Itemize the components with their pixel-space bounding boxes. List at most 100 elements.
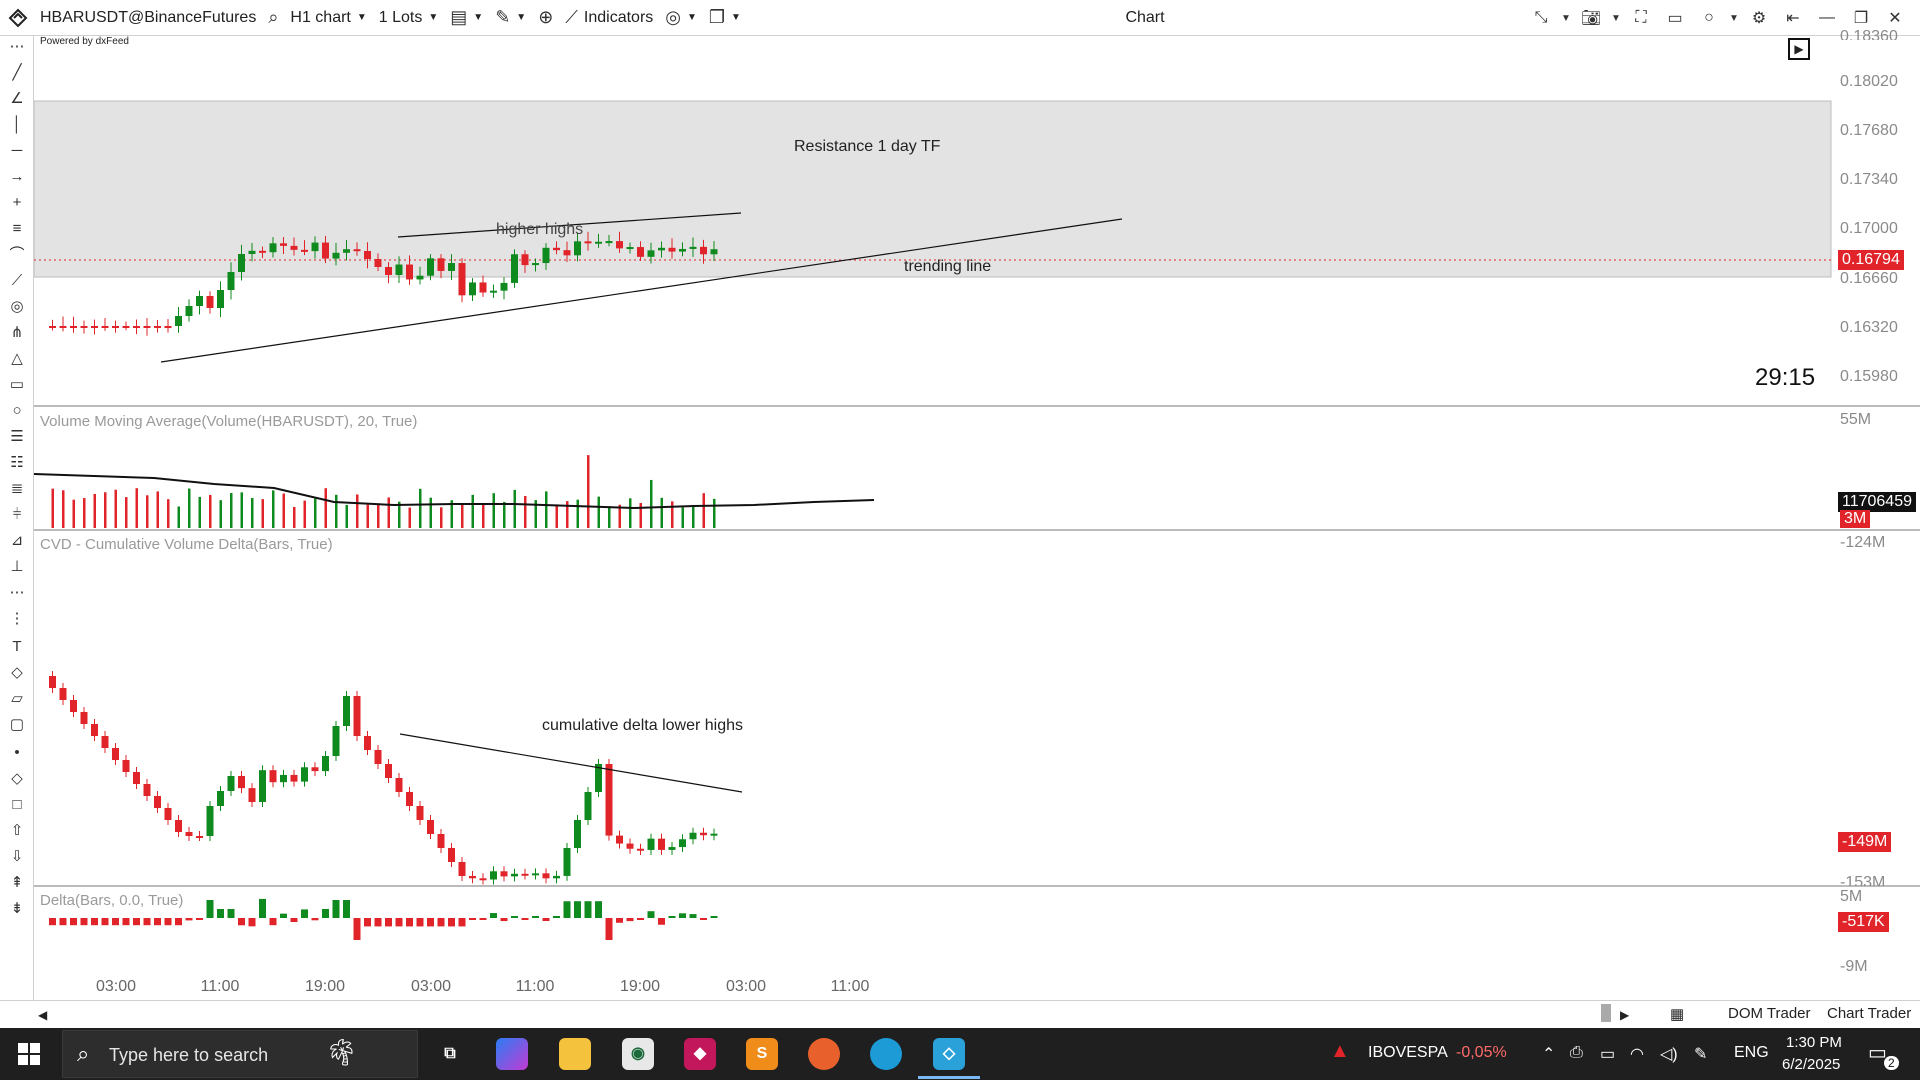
language-indicator[interactable]: ENG (1734, 1044, 1769, 1062)
arrow-right-icon[interactable]: → (4, 166, 30, 188)
volume-bar (587, 455, 590, 528)
price-candle (385, 267, 392, 275)
restore-icon[interactable]: ❐ (1844, 8, 1878, 28)
square-icon[interactable]: □ (4, 794, 30, 816)
regression-icon[interactable]: ⊿ (4, 530, 30, 552)
parallel-lines-icon[interactable]: ≡ (4, 218, 30, 240)
delta-bar (542, 918, 550, 922)
horizontal-line-icon[interactable]: ─ (4, 140, 30, 162)
file-explorer-icon[interactable] (559, 1038, 591, 1070)
vertical-range-icon[interactable]: ⋮ (4, 608, 30, 630)
clock-date[interactable]: 6/2/2025 (1782, 1056, 1840, 1073)
tag-icon[interactable]: ◇ (4, 662, 30, 684)
volume-icon[interactable]: ◁) (1660, 1044, 1678, 1064)
app-diamond-icon[interactable]: ◆ (684, 1038, 716, 1070)
search-icon[interactable]: ⌕ (262, 0, 284, 36)
dots-icon[interactable]: ⋯ (4, 36, 30, 58)
angle-line-icon[interactable]: ∠ (4, 88, 30, 110)
scroll-left-icon[interactable]: ◀ (38, 1008, 47, 1022)
circle-icon[interactable]: ○ (1692, 9, 1726, 27)
vertical-line-icon[interactable]: │ (4, 114, 30, 136)
fib-extension-icon[interactable]: ☷ (4, 452, 30, 474)
ellipse-icon[interactable]: ○ (4, 400, 30, 422)
firefox-icon[interactable] (808, 1038, 840, 1070)
fib-levels-icon[interactable]: ≣ (4, 478, 30, 500)
pin-icon[interactable]: ⇤ (1776, 8, 1810, 28)
link-icon[interactable]: ⤡ (1524, 9, 1558, 27)
arrow-down-icon[interactable]: ⇩ (4, 846, 30, 868)
chevron-down-icon[interactable]: ▼ (1726, 13, 1742, 24)
range-icon[interactable]: ⋯ (4, 582, 30, 604)
timeframe-selector[interactable]: H1 chart ▼ (284, 0, 372, 36)
text-icon[interactable]: T (4, 636, 30, 658)
sort-down-icon[interactable]: ⇟ (4, 898, 30, 920)
scrollbar-thumb[interactable] (1601, 1004, 1611, 1022)
ray-icon[interactable]: ⟋ (4, 270, 30, 292)
scroll-right-icon[interactable]: ▶ (1620, 1008, 1629, 1022)
arrow-up-icon[interactable]: ⇧ (4, 820, 30, 842)
chart-trader-button[interactable]: Chart Trader (1827, 1005, 1911, 1022)
measure-icon[interactable]: ⊥ (4, 556, 30, 578)
camera-icon[interactable]: 📷︎ (1574, 8, 1608, 28)
sublime-icon[interactable]: S (746, 1038, 778, 1070)
price-candle (689, 246, 697, 249)
cvd-candle (511, 873, 518, 877)
volume-bar (692, 506, 695, 528)
trading-app-icon[interactable]: ◇ (933, 1038, 965, 1070)
target-icon[interactable]: ◎ (4, 296, 30, 318)
dot-icon[interactable]: • (4, 742, 30, 764)
trend-line-icon[interactable]: ╱ (4, 62, 30, 84)
volume-bar (482, 503, 485, 528)
rectangle-icon[interactable]: ▭ (1658, 8, 1692, 28)
minimize-icon[interactable]: — (1810, 9, 1844, 27)
ticker-name[interactable]: IBOVESPA (1368, 1044, 1448, 1062)
wifi-icon[interactable]: ◠ (1630, 1044, 1644, 1064)
pen-icon[interactable]: ✎ (1694, 1044, 1707, 1064)
calendar-icon[interactable]: ▦ (1670, 1005, 1684, 1023)
palm-tree-icon: 🌴︎ (325, 1037, 359, 1067)
templates-button[interactable]: ❐ ▼ (703, 0, 747, 36)
curve-icon[interactable]: ⌒ (4, 244, 30, 266)
chart-area[interactable]: Powered by dxFeed ▶ 29:15 Resistance 1 d… (34, 28, 1920, 1000)
chart-canvas[interactable] (34, 36, 1920, 1000)
diamond-icon[interactable]: ◇ (4, 768, 30, 790)
drawing-tool-button[interactable]: ✎ ▼ (489, 0, 532, 36)
label-icon[interactable]: ▢ (4, 714, 30, 736)
crosshair-button[interactable]: ◎ ▼ (659, 0, 703, 36)
sort-up-icon[interactable]: ⇞ (4, 872, 30, 894)
lots-selector[interactable]: 1 Lots ▼ (373, 0, 445, 36)
eye-app-icon[interactable]: ◉ (622, 1038, 654, 1070)
volume-bar (492, 493, 495, 528)
windows-start-icon[interactable] (18, 1043, 40, 1068)
taskbar-search[interactable]: ⌕ Type here to search 🌴︎ (62, 1030, 418, 1078)
triangle-icon[interactable]: △ (4, 348, 30, 370)
dom-trader-button[interactable]: DOM Trader (1728, 1005, 1811, 1022)
chevron-down-icon[interactable]: ▼ (1608, 13, 1624, 24)
volume-ma-line (34, 473, 875, 510)
chart-style-button[interactable]: ▤ ▼ (444, 0, 489, 36)
zoom-icon[interactable]: ⊕ (532, 0, 559, 36)
chevron-down-icon: ▼ (687, 12, 697, 23)
gann-fan-icon[interactable]: ⫩ (4, 504, 30, 526)
chart-bottom-bar: ◀ ▶ ▦ DOM Trader Chart Trader (0, 1000, 1920, 1028)
device-icon[interactable]: ⎙ (1570, 1044, 1583, 1062)
chevron-up-icon[interactable]: ⌃ (1542, 1044, 1555, 1064)
delta-bar (332, 900, 340, 918)
chevron-down-icon[interactable]: ▼ (1558, 13, 1574, 24)
clock-time[interactable]: 1:30 PM (1786, 1034, 1842, 1051)
copilot-icon[interactable] (496, 1038, 528, 1070)
battery-icon[interactable]: ▭ (1600, 1044, 1615, 1064)
fullscreen-icon[interactable]: ⛶ (1624, 9, 1658, 27)
rectangle-icon[interactable]: ▭ (4, 374, 30, 396)
settings-icon[interactable]: ⚙ (1742, 8, 1776, 28)
indicators-button[interactable]: ⟋ Indicators (559, 0, 659, 36)
symbol-selector[interactable]: HBARUSDT@BinanceFutures (34, 0, 262, 36)
fib-retracement-icon[interactable]: ☰ (4, 426, 30, 448)
edge-icon[interactable] (870, 1038, 902, 1070)
callout-icon[interactable]: ▱ (4, 688, 30, 710)
scroll-to-end-icon[interactable]: ▶ (1788, 38, 1810, 60)
task-view-icon[interactable]: ⧉ (434, 1038, 466, 1070)
cross-line-icon[interactable]: + (4, 192, 30, 214)
pitchfork-icon[interactable]: ⋔ (4, 322, 30, 344)
close-icon[interactable]: ✕ (1878, 8, 1912, 28)
